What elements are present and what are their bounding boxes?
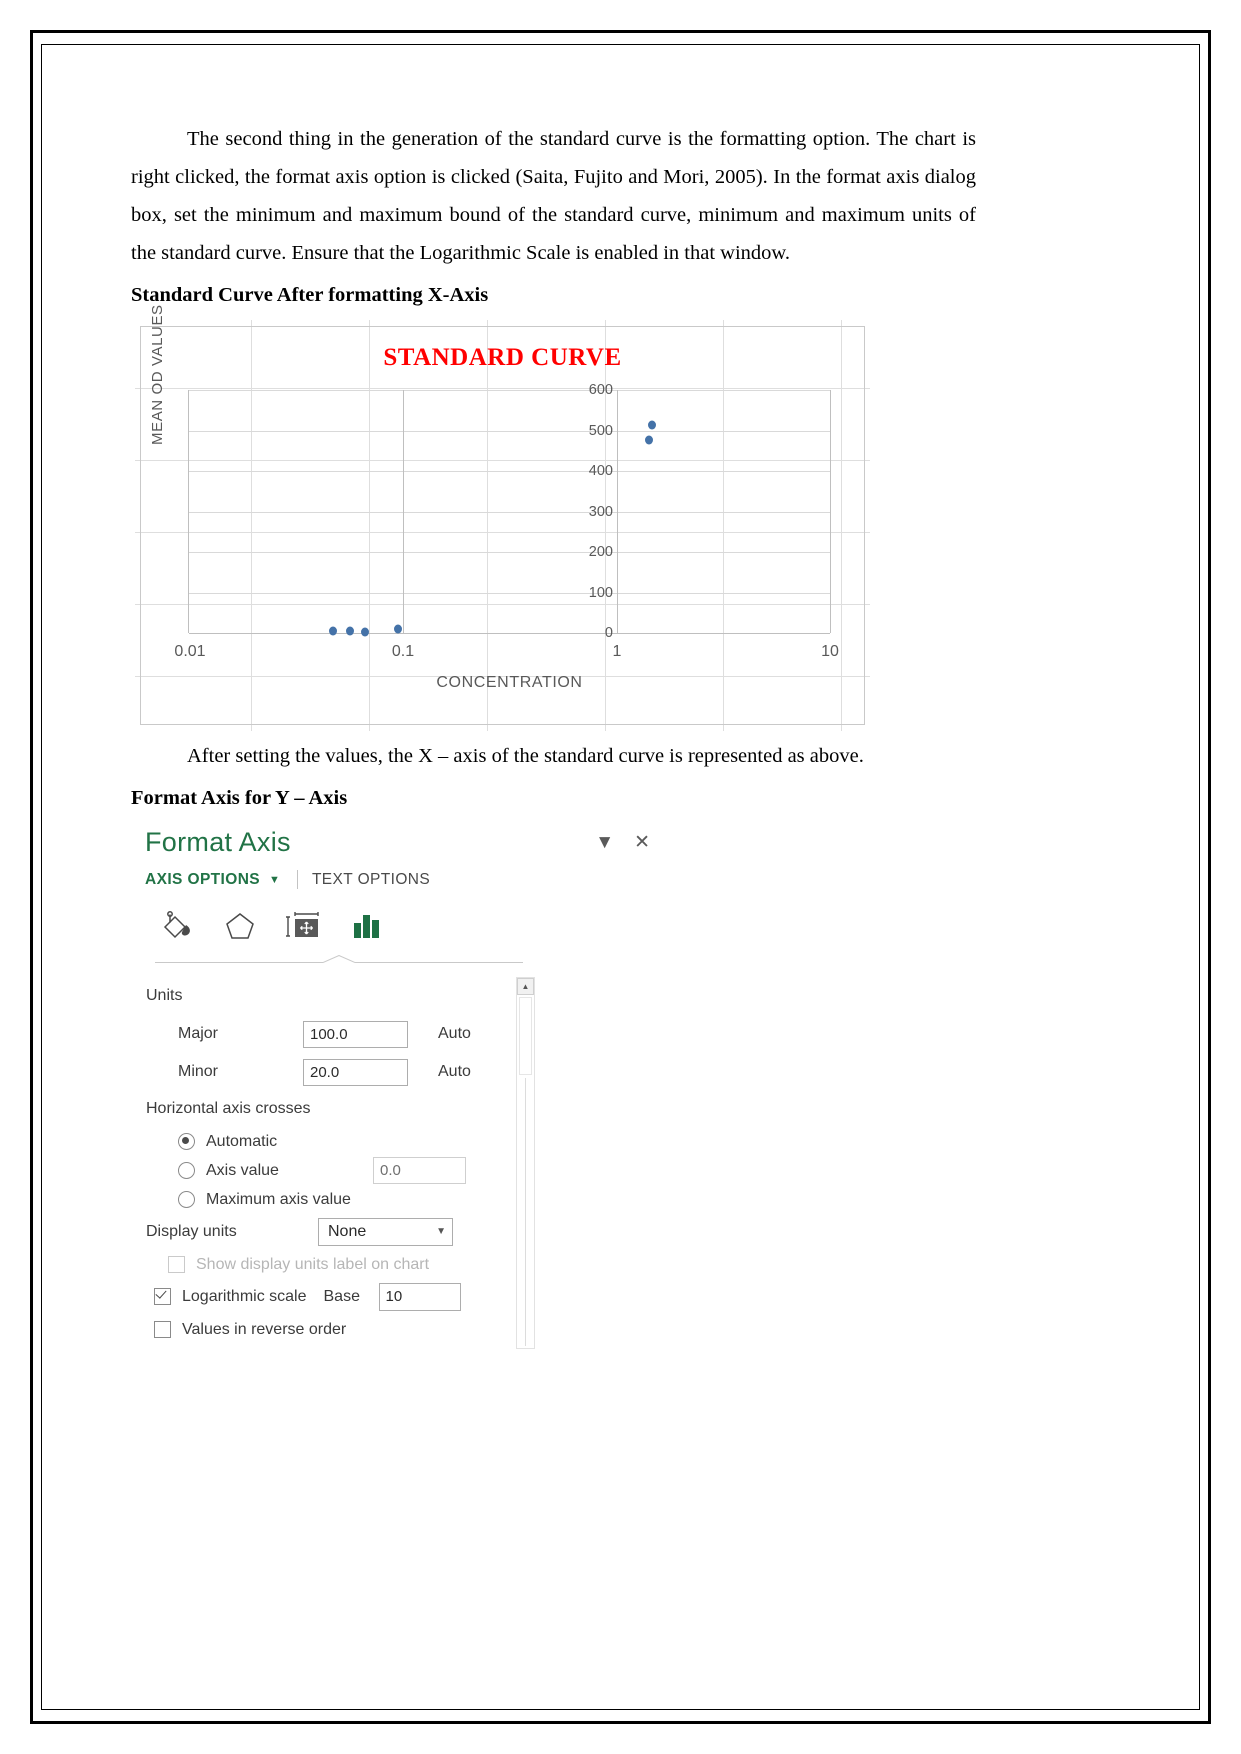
checkbox-show-display-units xyxy=(168,1256,185,1273)
show-display-units-row: Show display units label on chart xyxy=(145,1249,527,1280)
data-point xyxy=(361,627,369,637)
checkbox-show-display-units-label: Show display units label on chart xyxy=(196,1255,430,1273)
scrollbar-track[interactable] xyxy=(525,1078,526,1346)
checkbox-values-reverse-order[interactable] xyxy=(154,1321,171,1338)
scroll-up-arrow-icon[interactable]: ▲ xyxy=(517,978,534,995)
radio-axis-value[interactable] xyxy=(178,1162,195,1179)
major-unit-label: Major xyxy=(178,1025,219,1042)
base-label: Base xyxy=(323,1287,360,1305)
page-content: The second thing in the generation of th… xyxy=(131,120,976,1600)
units-group-row: Units xyxy=(145,977,527,1015)
tab-axis-options[interactable]: AXIS OPTIONS xyxy=(145,871,260,889)
display-units-select[interactable]: None ▼ xyxy=(318,1217,453,1246)
major-unit-input[interactable]: 100.0 xyxy=(303,1020,408,1048)
chart-caption: After setting the values, the X – axis o… xyxy=(187,745,864,767)
checkbox-values-reverse-order-label: Values in reverse order xyxy=(182,1320,347,1338)
major-unit-row: Major 100.0 Auto xyxy=(145,1015,527,1053)
tab-text-options[interactable]: TEXT OPTIONS xyxy=(312,871,430,889)
y-tick-label: 400 xyxy=(588,463,613,479)
section-heading-standard-curve: Standard Curve After formatting X-Axis xyxy=(131,284,489,306)
display-units-label: Display units xyxy=(146,1222,237,1240)
effects-pentagon-icon[interactable] xyxy=(222,909,258,943)
data-point xyxy=(648,420,656,429)
y-tick-label: 0 xyxy=(604,625,613,641)
y-tick-label: 300 xyxy=(588,503,613,520)
y-tick-label: 600 xyxy=(588,382,613,398)
horizontal-axis-crosses-label: Horizontal axis crosses xyxy=(146,1100,311,1117)
data-point xyxy=(394,624,402,634)
x-tick-label: 0.01 xyxy=(174,643,206,660)
vertical-divider-0.1 xyxy=(403,390,404,633)
pane-icon-row xyxy=(159,907,545,943)
minor-unit-auto-label[interactable]: Auto xyxy=(438,1063,471,1081)
data-point xyxy=(645,435,653,444)
gridline-300 xyxy=(189,511,830,513)
radio-maximum-axis-value-label: Maximum axis value xyxy=(206,1190,351,1208)
gridline-200 xyxy=(189,552,830,553)
display-units-row: Display units None ▼ xyxy=(145,1214,527,1249)
checkbox-logarithmic-scale-label: Logarithmic scale xyxy=(182,1287,307,1305)
radio-axis-value-label: Axis value xyxy=(206,1161,279,1179)
format-axis-pane-title: Format Axis xyxy=(145,827,291,857)
x-axis-title: CONCENTRATION xyxy=(436,674,583,691)
pane-scrollbar[interactable]: ▲ xyxy=(516,977,535,1349)
gridline-400 xyxy=(189,471,830,472)
pane-section-separator xyxy=(155,955,523,969)
gridline-500 xyxy=(189,430,830,432)
y-tick-label: 100 xyxy=(588,584,613,601)
pane-tabs: AXIS OPTIONS ▼ TEXT OPTIONS xyxy=(145,870,545,889)
gridline-100 xyxy=(189,592,830,594)
chevron-down-icon[interactable]: ▼ xyxy=(269,874,280,886)
chart-plot-area: 600 500 400 300 200 100 0 0.01 0.1 1 10 xyxy=(174,382,838,660)
chevron-down-icon[interactable]: ▼ xyxy=(595,833,614,852)
data-point xyxy=(329,626,337,636)
base-input[interactable]: 10 xyxy=(378,1282,461,1311)
body-paragraph-1: The second thing in the generation of th… xyxy=(131,128,976,264)
y-tick-label: 200 xyxy=(588,544,613,560)
crosses-maximum-row[interactable]: Maximum axis value xyxy=(145,1185,527,1214)
display-units-selected-value: None xyxy=(328,1222,367,1240)
radio-automatic[interactable] xyxy=(178,1133,195,1150)
fill-bucket-icon[interactable] xyxy=(159,909,195,943)
chart-title: STANDARD CURVE xyxy=(383,344,622,371)
data-point xyxy=(346,626,354,636)
checkbox-logarithmic-scale[interactable] xyxy=(154,1288,171,1305)
section-caret-icon xyxy=(323,955,355,963)
vertical-divider-1 xyxy=(617,390,618,633)
values-reverse-order-row[interactable]: Values in reverse order xyxy=(145,1313,527,1346)
major-unit-auto-label[interactable]: Auto xyxy=(438,1025,471,1043)
y-axis-title: MEAN OD VALUES xyxy=(149,304,166,445)
gridline-0-baseline xyxy=(189,633,830,634)
crosses-axis-value-row[interactable]: Axis value 0.0 xyxy=(145,1156,527,1185)
x-tick-label: 10 xyxy=(821,643,839,660)
format-axis-pane: Format Axis ▼ ✕ AXIS OPTIONS ▼ TEXT OPTI… xyxy=(145,827,650,1349)
radio-automatic-label: Automatic xyxy=(206,1132,278,1150)
axis-options-body: Units Major 100.0 Auto Minor 20.0 Auto H… xyxy=(145,977,535,1349)
minor-unit-input[interactable]: 20.0 xyxy=(303,1058,408,1086)
units-group-label: Units xyxy=(146,987,183,1004)
minor-unit-row: Minor 20.0 Auto xyxy=(145,1053,527,1091)
y-tick-label: 500 xyxy=(588,422,613,439)
standard-curve-chart-screenshot: STANDARD CURVE MEAN OD VALUES 600 500 40… xyxy=(135,304,870,731)
x-tick-label: 1 xyxy=(612,643,622,660)
radio-maximum-axis-value[interactable] xyxy=(178,1191,195,1208)
crosses-group-row: Horizontal axis crosses xyxy=(145,1091,527,1127)
size-properties-icon[interactable] xyxy=(285,909,321,943)
pane-header-buttons: ▼ ✕ xyxy=(595,833,650,852)
chevron-down-icon: ▼ xyxy=(436,1226,446,1237)
axis-value-input[interactable]: 0.0 xyxy=(373,1157,466,1184)
logarithmic-scale-row[interactable]: Logarithmic scale Base 10 xyxy=(145,1280,527,1313)
minor-unit-label: Minor xyxy=(178,1063,219,1080)
section-heading-format-axis: Format Axis for Y – Axis xyxy=(131,787,348,809)
scrollbar-thumb[interactable] xyxy=(519,997,532,1075)
x-tick-label: 0.1 xyxy=(391,643,415,660)
crosses-automatic-row[interactable]: Automatic xyxy=(145,1127,527,1156)
gridline-600 xyxy=(189,390,830,391)
close-icon[interactable]: ✕ xyxy=(634,833,650,852)
axis-options-chart-icon[interactable] xyxy=(348,909,384,943)
tab-divider xyxy=(296,870,298,889)
